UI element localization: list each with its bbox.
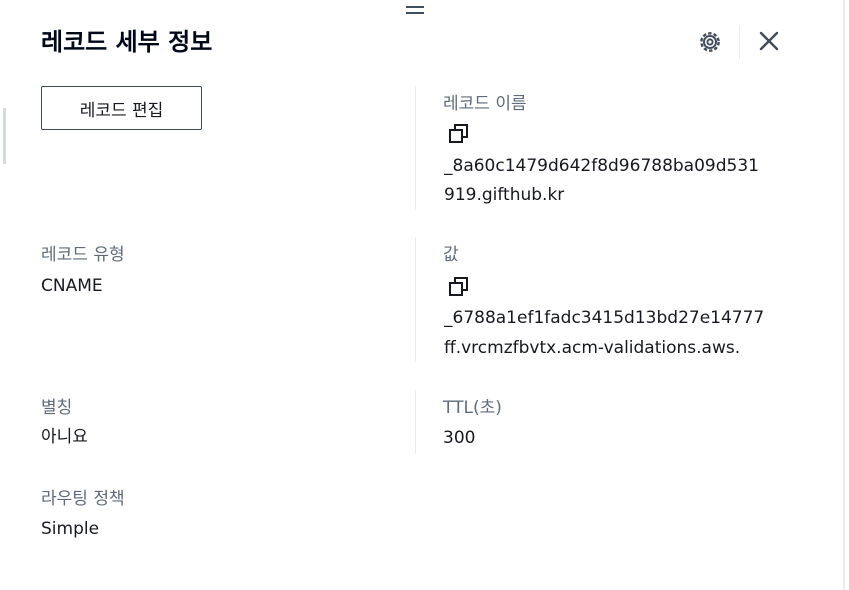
copy-icon[interactable] xyxy=(447,122,471,146)
record-name-value-line1: _8a60c1479d642f8d96788ba09d531 xyxy=(444,156,759,176)
copy-icon[interactable] xyxy=(447,275,471,299)
value-value-line2: ff.vrcmzfbvtx.acm-validations.aws. xyxy=(444,338,741,358)
settings-gear-icon[interactable] xyxy=(697,29,723,55)
column-divider xyxy=(415,86,416,210)
routing-policy-value: Simple xyxy=(41,519,100,539)
record-type-value: CNAME xyxy=(41,276,103,296)
page-title: 레코드 세부 정보 xyxy=(41,28,213,56)
routing-policy-label: 라우팅 정책 xyxy=(41,489,125,509)
alias-value: 아니요 xyxy=(41,427,88,447)
column-divider xyxy=(415,237,416,361)
header-separator xyxy=(739,25,740,59)
value-value-line1: _6788a1ef1fadc3415d13bd27e14777 xyxy=(444,308,765,328)
close-icon[interactable] xyxy=(757,29,781,53)
value-label: 값 xyxy=(443,245,459,265)
drag-handle-icon[interactable] xyxy=(406,6,424,18)
record-name-label: 레코드 이름 xyxy=(443,94,527,114)
panel-scroll-indicator xyxy=(3,108,6,164)
ttl-label: TTL(초) xyxy=(443,398,502,418)
panel-resize-edge[interactable] xyxy=(843,0,845,590)
alias-label: 별칭 xyxy=(41,398,73,418)
ttl-value: 300 xyxy=(443,428,476,448)
record-name-value-line2: 919.gifthub.kr xyxy=(444,185,565,205)
edit-record-button[interactable]: 레코드 편집 xyxy=(41,86,202,130)
column-divider xyxy=(415,390,416,454)
record-type-label: 레코드 유형 xyxy=(41,245,125,265)
